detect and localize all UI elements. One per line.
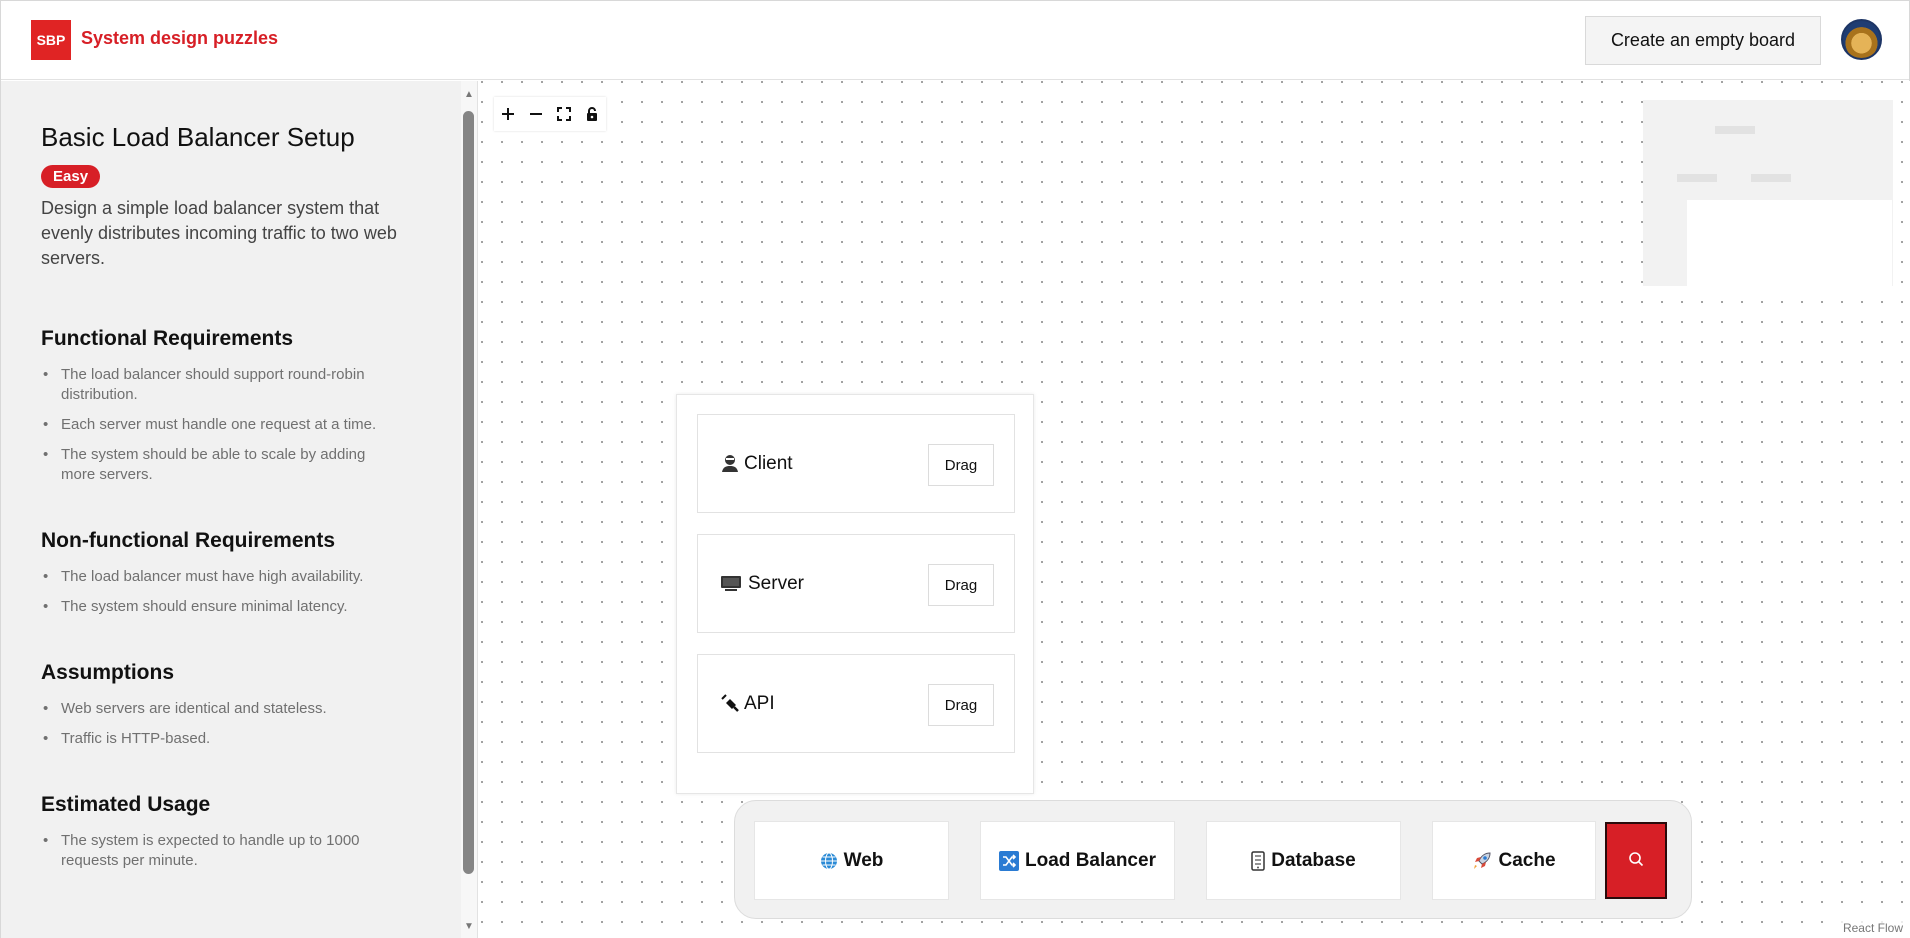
scroll-up-arrow-icon[interactable]: ▲ [461,89,477,100]
list-item: The system is expected to handle up to 1… [41,831,391,871]
app-window: SBP System design puzzles Create an empt… [0,0,1910,938]
component-label: API [744,693,775,714]
assumptions-heading: Assumptions [41,661,175,684]
functional-requirements-heading: Functional Requirements [41,327,294,350]
component-label: Client [744,453,793,474]
drag-client-button[interactable]: Drag [928,444,994,486]
sidebar-scrollbar[interactable]: ▲ ▼ [461,81,477,938]
scrollbar-thumb[interactable] [463,111,474,874]
shuffle-icon [999,850,1020,871]
flow-canvas[interactable]: Client Drag Server Drag API Drag Web Loa… [478,81,1910,938]
app-title[interactable]: System design puzzles [81,28,278,49]
non-functional-requirements-heading: Non-functional Requirements [41,529,336,552]
list-item: The load balancer must have high availab… [41,567,391,587]
create-empty-board-button[interactable]: Create an empty board [1585,16,1821,65]
monitor-icon [720,573,741,593]
puzzle-title: Basic Load Balancer Setup [41,122,355,152]
component-item-api[interactable]: API Drag [697,654,1015,753]
lock-icon[interactable] [578,97,606,131]
top-header: SBP System design puzzles Create an empt… [1,1,1909,80]
fit-view-icon[interactable] [550,97,578,131]
list-item: The load balancer should support round-r… [41,365,391,405]
user-avatar[interactable] [1841,19,1882,60]
scroll-down-arrow-icon[interactable]: ▼ [461,921,477,932]
list-item: The system should ensure minimal latency… [41,597,391,617]
plug-icon [720,693,740,713]
minimap-viewport [1687,200,1892,300]
category-label: Load Balancer [1025,849,1156,871]
drag-api-button[interactable]: Drag [928,684,994,726]
zoom-out-icon[interactable] [522,97,550,131]
category-cache-button[interactable]: Cache [1432,821,1596,900]
minimap-node [1751,174,1791,182]
component-panel: Client Drag Server Drag API Drag [676,394,1034,794]
category-web-button[interactable]: Web [754,821,949,900]
category-toolbar: Web Load Balancer Database Cache [734,800,1692,919]
category-load-balancer-button[interactable]: Load Balancer [980,821,1175,900]
minimap-node [1677,174,1717,182]
zoom-in-icon[interactable] [494,97,522,131]
list-item: Web servers are identical and stateless. [41,699,391,719]
list-item: Each server must handle one request at a… [41,415,391,435]
component-item-server[interactable]: Server Drag [697,534,1015,633]
category-label: Cache [1498,849,1556,871]
estimated-usage-list: The system is expected to handle up to 1… [41,831,411,871]
logo[interactable]: SBP [31,20,71,60]
globe-icon [820,852,838,870]
category-label: Web [843,849,884,871]
puzzle-sidebar: Basic Load Balancer Setup Easy Design a … [1,81,461,938]
list-item: The system should be able to scale by ad… [41,445,391,485]
difficulty-badge: Easy [41,165,101,188]
category-database-button[interactable]: Database [1206,821,1401,900]
minimap-node [1715,126,1755,134]
component-item-client[interactable]: Client Drag [697,414,1015,513]
drag-server-button[interactable]: Drag [928,564,994,606]
non-functional-requirements-list: The load balancer must have high availab… [41,567,411,617]
flow-controls [494,97,606,131]
person-icon [720,453,740,473]
assumptions-list: Web servers are identical and stateless.… [41,699,411,749]
database-icon [1251,850,1265,871]
list-item: Traffic is HTTP-based. [41,729,391,749]
estimated-usage-heading: Estimated Usage [41,793,211,816]
minimap[interactable] [1643,100,1893,300]
component-label: Server [748,573,804,594]
rocket-icon [1472,851,1492,871]
functional-requirements-list: The load balancer should support round-r… [41,365,411,485]
sidebar-content: Basic Load Balancer Setup Easy Design a … [41,121,411,881]
puzzle-description: Design a simple load balancer system tha… [41,198,397,268]
category-label: Database [1271,849,1356,871]
search-button[interactable] [1605,822,1667,899]
search-icon [1628,851,1644,870]
react-flow-attribution[interactable]: React Flow [1839,920,1906,936]
